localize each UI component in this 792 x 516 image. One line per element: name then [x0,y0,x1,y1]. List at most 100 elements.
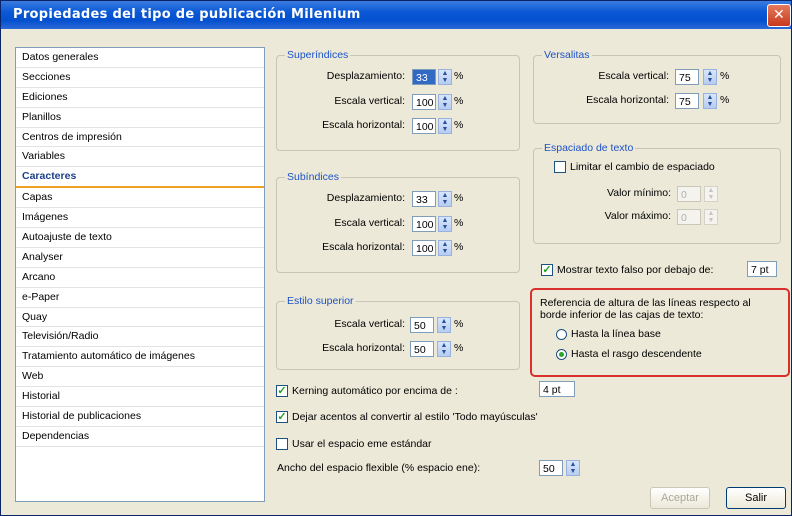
nav-item-autoajuste-de-texto[interactable]: Autoajuste de texto [16,228,264,248]
label-escala-horizontal: Escala horizontal: [322,342,405,354]
unit-label: % [720,94,730,106]
versalitas-escala-vertical-field[interactable]: 75 [675,69,699,85]
unit-label: % [454,95,464,107]
nav-item-planillos[interactable]: Planillos [16,108,264,128]
group-title: Versalitas [542,49,592,61]
versalitas-escala-horizontal-field[interactable]: 75 [675,93,699,109]
nav-item-arcano[interactable]: Arcano [16,268,264,288]
kerning-field[interactable]: 4 pt [539,381,575,397]
unit-label: % [454,70,464,82]
nav-item-caracteres[interactable]: Caracteres [16,167,264,189]
label-escala-vertical: Escala vertical: [334,217,405,229]
group-title: Espaciado de texto [542,142,636,154]
unit-label: % [454,318,464,330]
label-desplazamiento: Desplazamiento: [326,192,405,204]
group-title: Subíndices [285,171,341,183]
valor-minimo-field[interactable]: 0 [677,186,701,202]
nav-item-secciones[interactable]: Secciones [16,68,264,88]
espacio-eme-checkbox[interactable] [276,438,288,450]
label-valor-minimo: Valor mínimo: [607,187,671,199]
close-icon[interactable]: ✕ [767,4,791,27]
superindices-escala-vertical-field[interactable]: 100 [412,94,436,110]
spinner-icon[interactable]: ▲ ▼ [438,94,452,110]
espacio-eme-label: Usar el espacio eme estándar [292,438,432,450]
spinner-icon[interactable]: ▲ ▼ [566,460,580,476]
spinner-icon[interactable]: ▲ ▼ [437,317,451,333]
nav-item-capas[interactable]: Capas [16,188,264,209]
group-estilo-superior: Estilo superior [276,295,520,370]
nav-item-dependencias[interactable]: Dependencias [16,427,264,447]
aceptar-button[interactable]: Aceptar [650,487,710,509]
group-versalitas: Versalitas [533,49,781,124]
nav-item-quay[interactable]: Quay [16,308,264,328]
superindices-desplazamiento-field[interactable]: 33 [412,69,436,85]
radio-linea-base[interactable] [556,329,567,340]
nav-item-analyser[interactable]: Analyser [16,248,264,268]
nav-item-ediciones[interactable]: Ediciones [16,88,264,108]
dialog-title: Propiedades del tipo de publicación Mile… [13,7,361,22]
unit-label: % [454,217,464,229]
label-escala-vertical: Escala vertical: [334,95,405,107]
superindices-escala-horizontal-field[interactable]: 100 [412,118,436,134]
kerning-label: Kerning automático por encima de : [292,385,458,397]
ancho-flexible-label: Ancho del espacio flexible (% espacio en… [277,462,481,474]
nav-item-televisión-radio[interactable]: Televisión/Radio [16,327,264,348]
spinner-icon[interactable]: ▲ ▼ [438,118,452,134]
label-valor-maximo: Valor máximo: [604,210,671,222]
acentos-label: Dejar acentos al convertir al estilo 'To… [292,411,538,423]
nav-item-variables[interactable]: Variables [16,147,264,168]
spinner-icon[interactable]: ▲ ▼ [438,69,452,85]
nav-item-centros-de-impresión[interactable]: Centros de impresión [16,128,264,148]
label-escala-horizontal: Escala horizontal: [586,94,669,106]
nav-item-datos-generales[interactable]: Datos generales [16,48,264,68]
unit-label: % [454,119,464,131]
estilo-superior-escala-vertical-field[interactable]: 50 [410,317,434,333]
spinner-icon[interactable]: ▲ ▼ [703,93,717,109]
label-escala-vertical: Escala vertical: [334,318,405,330]
radio-linea-base-label: Hasta la línea base [571,328,661,340]
group-title: Estilo superior [285,295,356,307]
spinner-icon[interactable]: ▲ ▼ [437,341,451,357]
spinner-icon[interactable]: ▲ ▼ [438,240,452,256]
label-escala-horizontal: Escala horizontal: [322,241,405,253]
spinner-icon[interactable]: ▲ ▼ [438,216,452,232]
mostrar-texto-falso-label: Mostrar texto falso por debajo de: [557,264,714,276]
limitar-espaciado-checkbox[interactable] [554,161,566,173]
title-bar: Propiedades del tipo de publicación Mile… [1,1,791,29]
spinner-icon[interactable]: ▲ ▼ [704,209,718,225]
estilo-superior-escala-horizontal-field[interactable]: 50 [410,341,434,357]
radio-rasgo-descendente-label: Hasta el rasgo descendente [571,348,702,360]
nav-item-historial-de-publicaciones[interactable]: Historial de publicaciones [16,407,264,427]
spinner-icon[interactable]: ▲ ▼ [703,69,717,85]
salir-button[interactable]: Salir [726,487,786,509]
subindices-escala-horizontal-field[interactable]: 100 [412,240,436,256]
unit-label: % [720,70,730,82]
unit-label: % [454,342,464,354]
spinner-icon[interactable]: ▲ ▼ [704,186,718,202]
referencia-text: Referencia de altura de las líneas respe… [540,297,751,321]
group-title: Superíndices [285,49,351,61]
spinner-icon[interactable]: ▲ ▼ [438,191,452,207]
mostrar-texto-falso-field[interactable]: 7 pt [747,261,777,277]
label-desplazamiento: Desplazamiento: [326,70,405,82]
acentos-checkbox[interactable]: ✓ [276,411,288,423]
mostrar-texto-falso-checkbox[interactable]: ✓ [541,264,553,276]
radio-rasgo-descendente[interactable] [556,349,567,360]
unit-label: % [454,192,464,204]
category-list[interactable]: Datos generales Secciones Ediciones Planill… [15,47,265,502]
ancho-flexible-field[interactable]: 50 [539,460,563,476]
unit-label: % [454,241,464,253]
valor-maximo-field[interactable]: 0 [677,209,701,225]
label-escala-horizontal: Escala horizontal: [322,119,405,131]
nav-item-historial[interactable]: Historial [16,387,264,408]
nav-item-e-paper[interactable]: e-Paper [16,288,264,308]
nav-item-web[interactable]: Web [16,367,264,388]
label-escala-vertical: Escala vertical: [598,70,669,82]
dialog-window: Propiedades del tipo de publicación Mile… [0,0,792,516]
subindices-escala-vertical-field[interactable]: 100 [412,216,436,232]
nav-item-tratamiento-automático-de-imágenes[interactable]: Tratamiento automático de imágenes [16,347,264,368]
limitar-espaciado-label: Limitar el cambio de espaciado [570,161,715,173]
kerning-checkbox[interactable]: ✓ [276,385,288,397]
nav-item-imágenes[interactable]: Imágenes [16,208,264,229]
subindices-desplazamiento-field[interactable]: 33 [412,191,436,207]
